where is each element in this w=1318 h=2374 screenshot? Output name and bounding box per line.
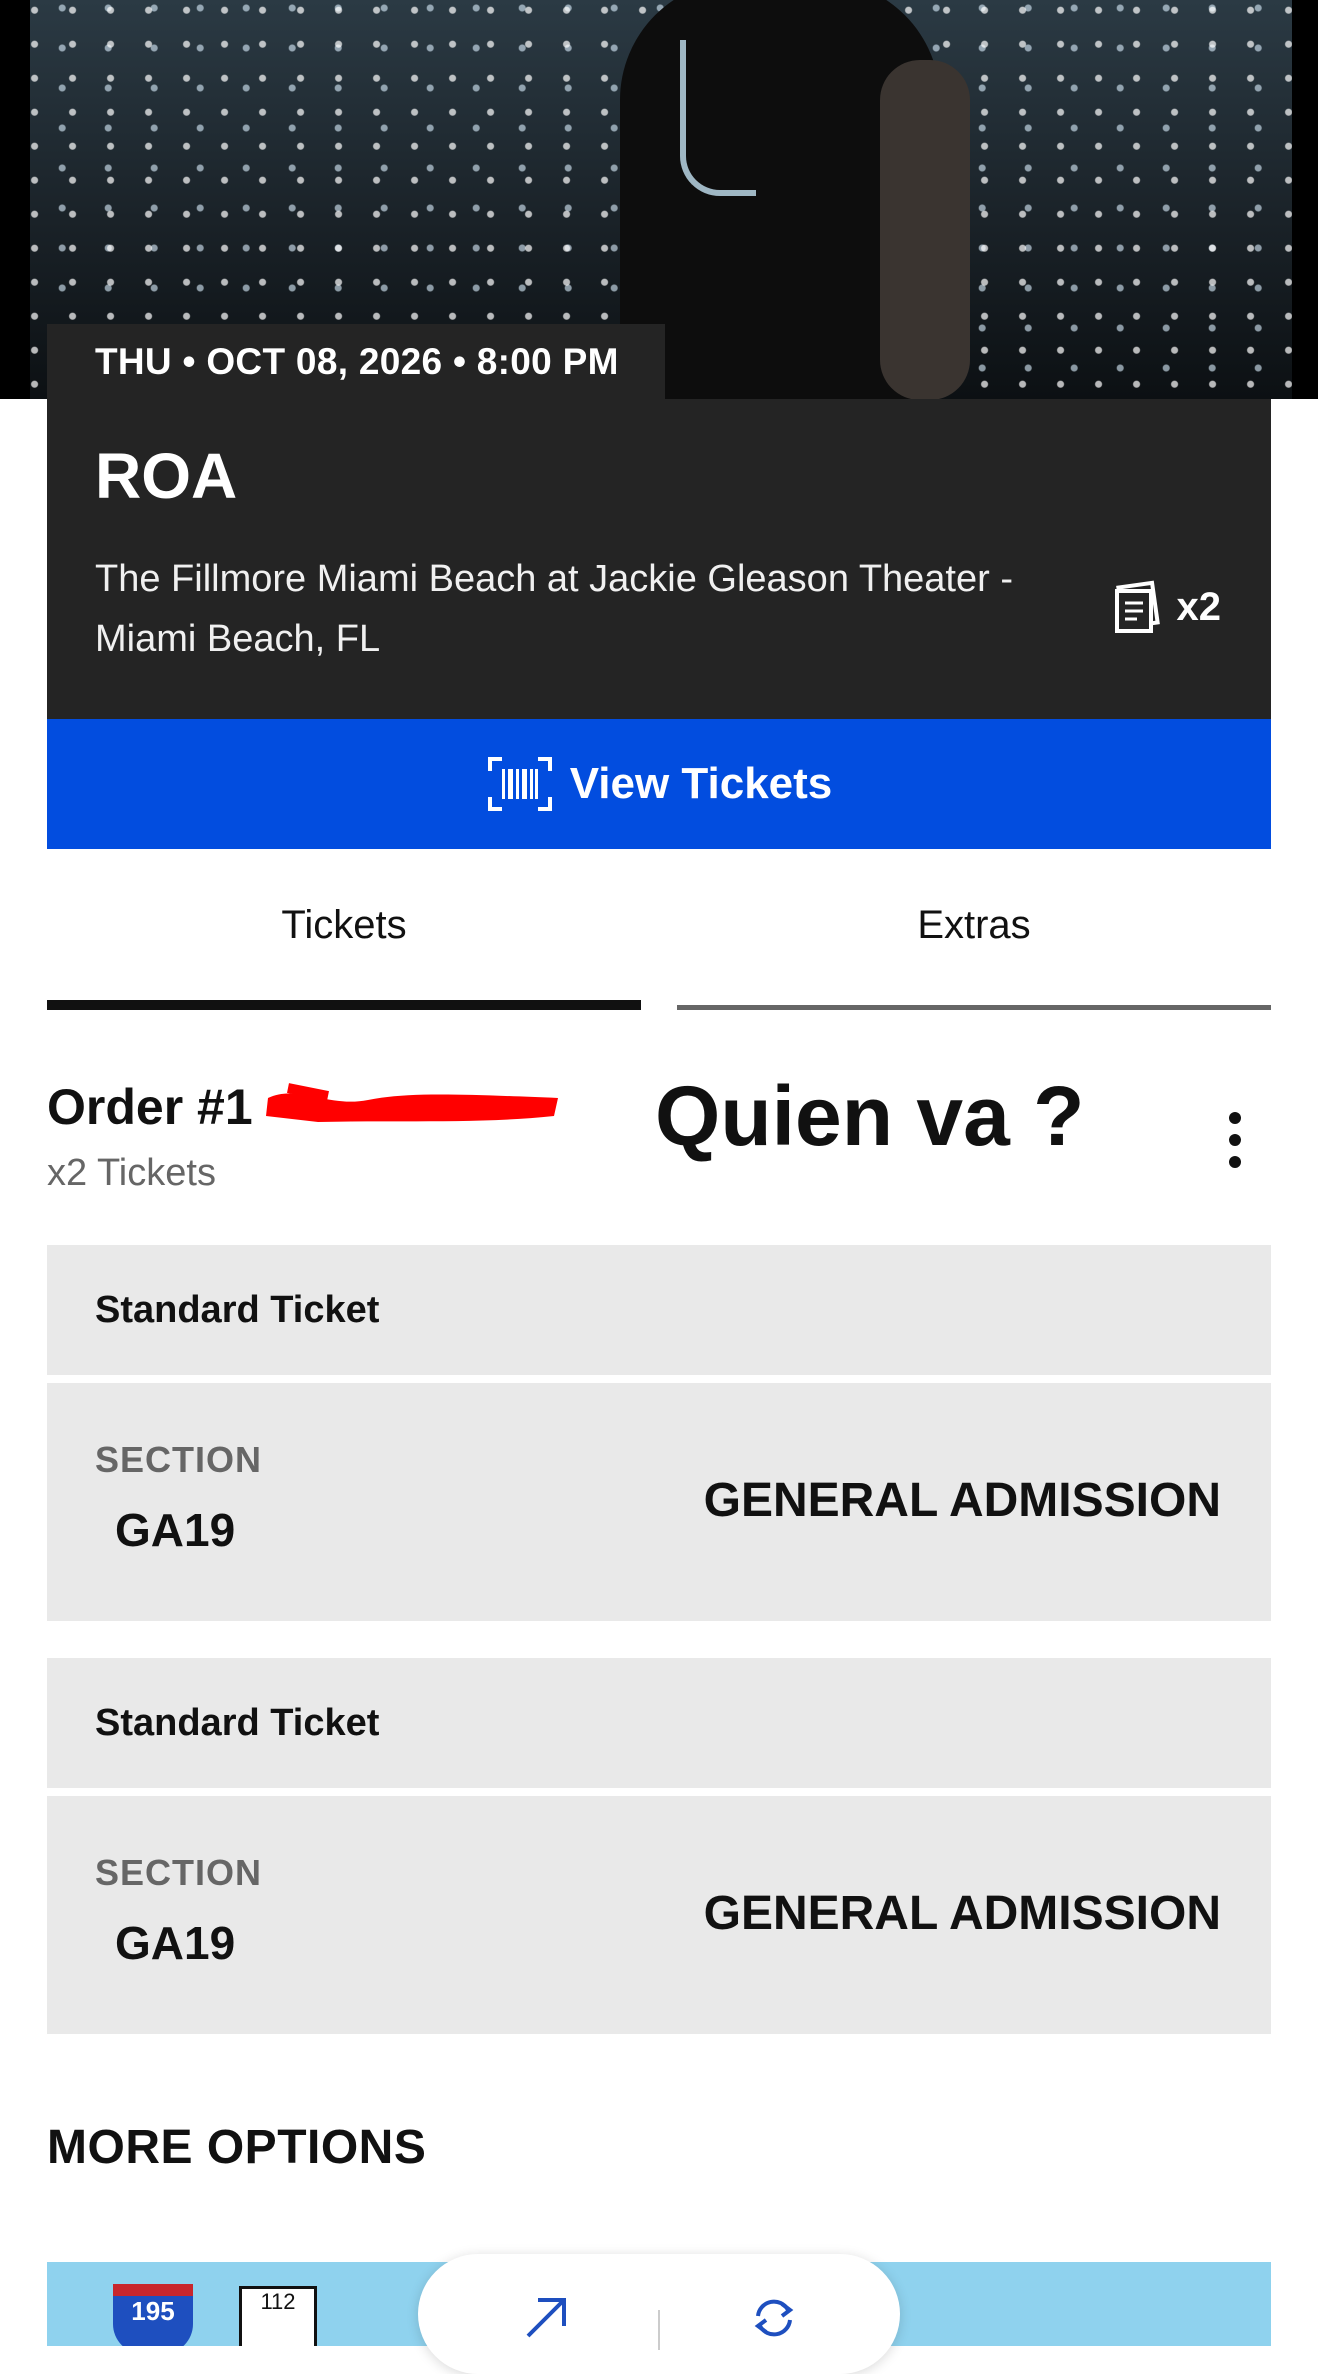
ticket-count-label: x2 xyxy=(1176,584,1222,629)
section-value: GA19 xyxy=(115,1917,236,1969)
event-datetime: THU • OCT 08, 2026 • 8:00 PM xyxy=(47,324,665,400)
ticket-card[interactable]: SECTION GA19 GENERAL ADMISSION xyxy=(47,1383,1271,1621)
view-tickets-label: View Tickets xyxy=(569,759,833,808)
more-options-heading: MORE OPTIONS xyxy=(47,2121,427,2174)
section-value: GA19 xyxy=(115,1504,236,1556)
order-tabs: Tickets Extras xyxy=(47,860,1271,1010)
route-sign-icon: 112 xyxy=(239,2286,317,2346)
section-label: SECTION xyxy=(95,1852,263,1893)
kebab-menu-icon[interactable] xyxy=(1222,1112,1248,1172)
performer-arm xyxy=(880,60,970,399)
event-venue: The Fillmore Miami Beach at Jackie Gleas… xyxy=(95,558,1013,660)
ticket-type-header: Standard Ticket xyxy=(47,1658,1271,1788)
event-card: ROA The Fillmore Miami Beach at Jackie G… xyxy=(47,399,1271,719)
admission-type: GENERAL ADMISSION xyxy=(703,1474,1221,1527)
tab-tickets[interactable]: Tickets xyxy=(47,860,641,1010)
event-title: ROA xyxy=(95,440,238,512)
order-ticket-count: x2 Tickets xyxy=(47,1152,216,1194)
floating-action-bar xyxy=(418,2254,900,2374)
order-number: Order #1 xyxy=(47,1079,253,1135)
interstate-shield-icon: 195 xyxy=(113,2284,193,2346)
barcode-icon xyxy=(487,757,552,811)
ticket-card[interactable]: SECTION GA19 GENERAL ADMISSION xyxy=(47,1796,1271,2034)
action-divider xyxy=(658,2310,660,2350)
ticket-type-header: Standard Ticket xyxy=(47,1245,1271,1375)
performer-chain xyxy=(680,40,756,196)
overlay-caption: Quien va ? xyxy=(655,1069,1085,1163)
admission-type: GENERAL ADMISSION xyxy=(703,1887,1221,1940)
tab-extras[interactable]: Extras xyxy=(677,860,1271,1010)
section-label: SECTION xyxy=(95,1439,263,1480)
view-tickets-button[interactable]: View Tickets xyxy=(47,719,1271,849)
refresh-icon[interactable] xyxy=(746,2290,802,2346)
ticket-stack-icon xyxy=(1114,580,1160,633)
ticket-count: x2 xyxy=(1111,579,1222,635)
share-arrow-icon[interactable] xyxy=(518,2290,574,2346)
redaction-scribble xyxy=(266,1083,558,1122)
